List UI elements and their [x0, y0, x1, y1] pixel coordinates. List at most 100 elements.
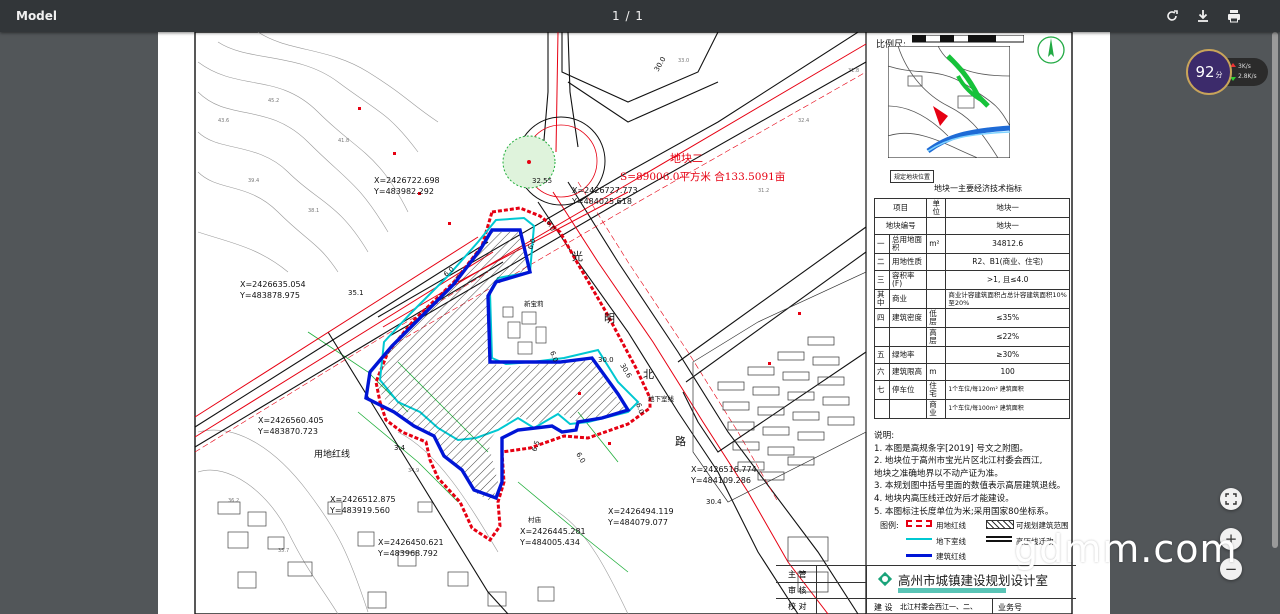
footer-label: 业务号	[998, 603, 1022, 612]
download-icon[interactable]	[1193, 6, 1213, 26]
rotate-icon[interactable]	[1162, 6, 1182, 26]
road-char-1: 光	[572, 249, 583, 263]
table-cell: 总用地面积	[888, 234, 928, 254]
scroll-thumb[interactable]	[1272, 32, 1278, 548]
svg-text:45.2: 45.2	[268, 98, 279, 104]
dim-label: 3.4	[394, 444, 406, 452]
dim-label: 30.0	[598, 356, 614, 364]
road-char-3: 北	[643, 368, 654, 381]
coord-x: X=2426560.405	[258, 416, 324, 425]
table-cell: 1个车位/每100m² 建筑面积	[945, 399, 1070, 419]
table-cell: 四	[874, 308, 890, 328]
coord-y: Y=483878.975	[239, 291, 300, 300]
legend-item: 用地红线	[936, 521, 966, 530]
svg-text:39.4: 39.4	[248, 178, 259, 184]
svg-text:38.1: 38.1	[308, 208, 319, 214]
table-header: 单位	[926, 198, 947, 218]
footer-label: 审 核	[788, 586, 807, 595]
svg-text:41.8: 41.8	[338, 138, 349, 144]
dim-label: 30.0	[653, 55, 668, 73]
note-line: 地块之准确地界以不动产证为准。	[874, 468, 1003, 479]
table-cell: 100	[945, 363, 1070, 381]
parcel2-name: 地块二	[670, 152, 703, 165]
legend-swatch-double	[986, 536, 1012, 542]
table-cell: 34812.6	[945, 234, 1070, 254]
watermark: gdmm.com	[1014, 527, 1238, 571]
svg-text:33.0: 33.0	[678, 58, 689, 64]
table-cell: 用地性质	[888, 253, 928, 271]
table-cell: ≤22%	[945, 327, 1070, 347]
download-speed: 2.8K/s	[1238, 73, 1257, 80]
dim-label: 6.0	[574, 451, 586, 465]
table-cell: 1个车位/每120m² 建筑面积	[945, 380, 1070, 400]
company-name: 高州市城镇建设规划设计室	[898, 573, 1049, 588]
note-line: 2. 地块位于高州市宝光片区北江村委会西江,	[874, 456, 1043, 467]
table-cell: 商业计容建筑面积占总计容建筑面积10%至20%	[945, 289, 1070, 309]
table-cell: 容积率 (F)	[888, 270, 928, 290]
coord-x: X=2426494.119	[608, 507, 674, 516]
company-en-bar	[898, 588, 1006, 593]
vertical-scrollbar[interactable]	[1270, 32, 1280, 614]
eco-table-title: 地块一主要经济技术指标	[934, 184, 1022, 193]
footer-label: 主 管	[788, 570, 807, 579]
coord-y: Y=484079.077	[607, 518, 668, 527]
road-char-4: 路	[675, 435, 686, 448]
score-circle[interactable]: 92 分	[1186, 49, 1232, 95]
coord-x: X=2426722.698	[374, 176, 440, 185]
upload-speed: 3K/s	[1238, 63, 1251, 70]
table-cell: ≥30%	[945, 346, 1070, 364]
new-building-label: 新宝莉	[524, 299, 544, 308]
svg-text:31.2: 31.2	[758, 188, 769, 194]
note-line: 3. 本规划图中括号里面的数值表示高层建筑退线。	[874, 481, 1066, 492]
table-cell: 低层	[926, 308, 947, 328]
svg-text:36.2: 36.2	[228, 498, 239, 504]
table-cell: 一	[874, 234, 890, 254]
table-header: 项目	[873, 198, 928, 218]
speed-badge[interactable]: 3K/s 2.8K/s 92 分	[1186, 49, 1278, 95]
table-cell: 地块编号	[873, 217, 928, 235]
table-cell: 其中	[874, 289, 890, 309]
pdf-toolbar: Model 1 / 1	[0, 0, 1280, 32]
location-map	[888, 46, 1010, 158]
dim-label: 32.55	[532, 177, 552, 185]
notes-title: 说明:	[874, 431, 895, 441]
table-cell: 二	[874, 253, 890, 271]
coord-x: X=2426516.774	[691, 465, 757, 474]
company-logo-icon	[877, 571, 893, 587]
document-title: Model	[16, 9, 58, 23]
dim-label: 6.0	[526, 237, 537, 250]
table-header: 地块一	[945, 198, 1070, 218]
legend-title: 图例:	[880, 521, 899, 530]
table-cell: m²	[926, 234, 947, 254]
table-cell: 七	[874, 380, 890, 400]
location-label: 规定地块位置	[890, 170, 935, 183]
table-cell: 地块一	[945, 217, 1070, 235]
table-cell: 高层	[926, 327, 947, 347]
coord-x: X=2426727.773	[572, 186, 638, 195]
legend-swatch-red	[906, 520, 932, 527]
basement-label: 地下室线	[648, 394, 675, 403]
coord-y: Y=483982.292	[373, 187, 434, 196]
print-icon[interactable]	[1224, 6, 1244, 26]
note-line: 4. 地块内高压线迁改好后才能建设。	[874, 493, 1014, 504]
scale-bar	[912, 35, 1024, 43]
legend-item: 地下室线	[936, 537, 966, 546]
legend-swatch-blue	[906, 554, 932, 564]
legend-swatch-hatch	[986, 520, 1014, 529]
table-cell: 商业	[926, 399, 947, 419]
table-cell: 五	[874, 346, 890, 364]
fit-page-button[interactable]	[1220, 488, 1242, 510]
notes: 说明: 1. 本图是高规条字[2019] 号文之附图。 2. 地块位于高州市宝光…	[874, 430, 1079, 518]
coord-y: Y=484005.434	[519, 538, 580, 547]
svg-text:43.6: 43.6	[218, 118, 229, 124]
table-cell: R2、B1(商业、住宅)	[945, 253, 1070, 271]
table-cell: ≤35%	[945, 308, 1070, 328]
legend-item: 建筑红线	[936, 552, 966, 561]
dim-label: 35.1	[348, 289, 364, 297]
note-line: 1. 本图是高规条字[2019] 号文之附图。	[874, 443, 1028, 454]
table-cell: 三	[874, 270, 890, 290]
note-line: 5. 本图标注长度单位为米;采用国家80坐标系。	[874, 506, 1054, 517]
table-cell: 停车位	[888, 380, 928, 400]
table-cell: >1, 且≤4.0	[945, 270, 1070, 290]
village-label: 村庙	[528, 515, 542, 524]
